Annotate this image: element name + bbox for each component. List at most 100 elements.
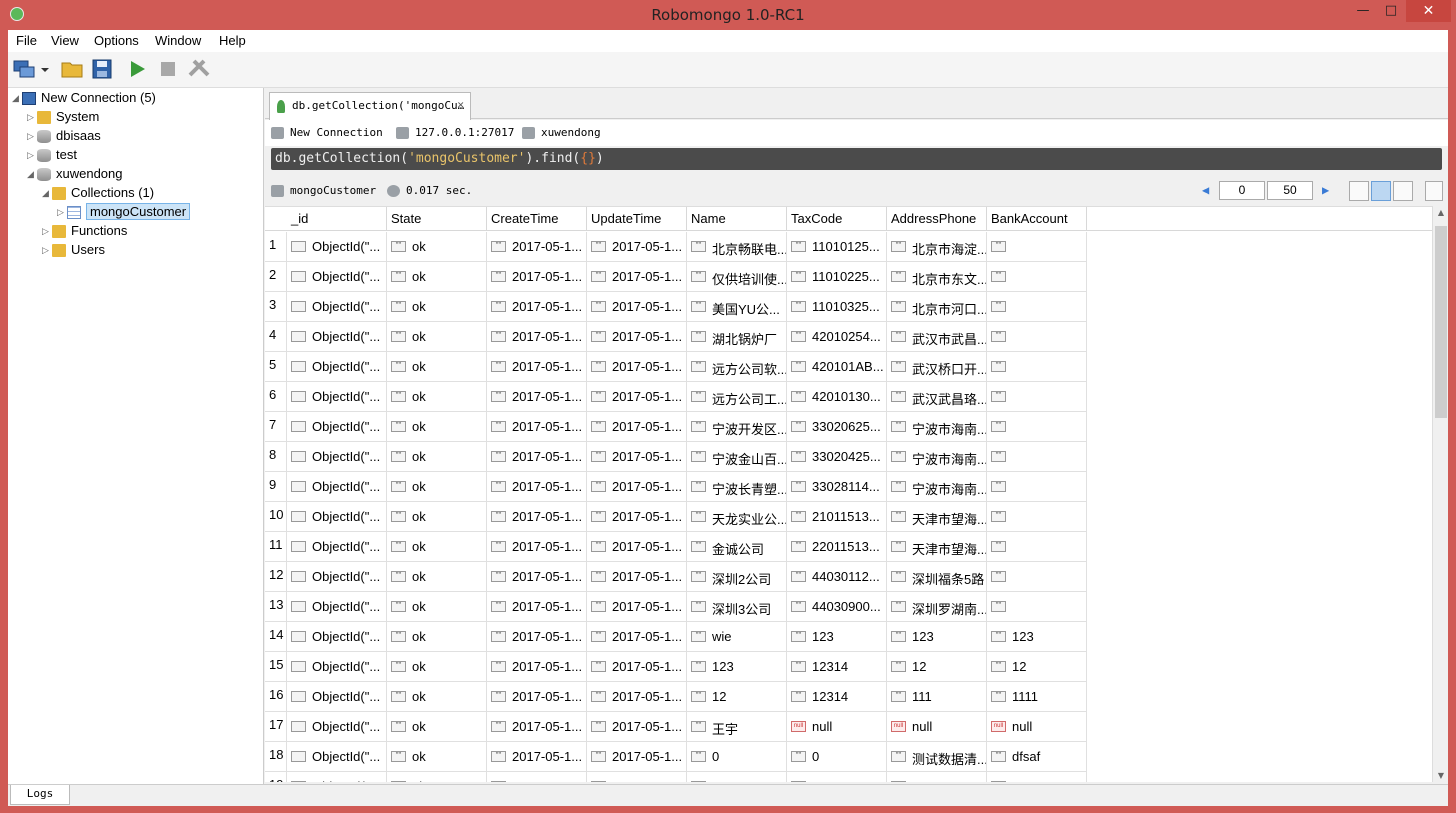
table-cell[interactable]: ObjectId("...	[287, 712, 387, 742]
table-cell[interactable]: "" ok	[387, 712, 487, 742]
table-cell[interactable]: "" 天津市望海...	[887, 502, 987, 532]
table-cell[interactable]: ObjectId("...	[287, 322, 387, 352]
table-cell[interactable]: "" 2017-05-1...	[587, 262, 687, 292]
column-header[interactable]: _id	[287, 207, 387, 231]
table-row[interactable]: 10 ObjectId("... "" ok "" 2017-05-1... "" 2017-…	[265, 502, 1087, 532]
table-cell[interactable]: "" 宁波市海南...	[887, 412, 987, 442]
table-row[interactable]: 17 ObjectId("... "" ok "" 2017-05-1... "" 2017-…	[265, 712, 1087, 742]
table-cell[interactable]: "" 22011513...	[787, 532, 887, 562]
table-cell[interactable]: "" ok	[387, 232, 487, 262]
table-cell[interactable]: "" ok	[387, 562, 487, 592]
table-cell[interactable]: "" 天津市望海...	[887, 532, 987, 562]
table-cell[interactable]: "" 2017-05-1...	[487, 562, 587, 592]
table-cell[interactable]: "" 2017-05-1...	[487, 532, 587, 562]
table-cell[interactable]: "" 2017-05-1...	[487, 352, 587, 382]
table-cell[interactable]: ObjectId("...	[287, 472, 387, 502]
collapse-arrow-icon[interactable]: ◢	[42, 188, 52, 199]
table-cell[interactable]: ObjectId("...	[287, 532, 387, 562]
table-cell[interactable]: "" 王宇	[687, 712, 787, 742]
run-icon[interactable]	[125, 57, 151, 83]
table-cell[interactable]: "" ok	[387, 742, 487, 772]
table-cell[interactable]: "" 2017-05-1...	[487, 412, 587, 442]
stop-icon[interactable]	[156, 57, 182, 83]
menu-window[interactable]: Window	[155, 33, 201, 48]
table-cell[interactable]: ""	[987, 292, 1087, 322]
table-cell[interactable]: null null	[787, 712, 887, 742]
expand-arrow-icon[interactable]: ▷	[42, 226, 52, 237]
table-cell[interactable]: "" 123	[887, 622, 987, 652]
table-cell[interactable]: "" 深圳3公司	[687, 592, 787, 622]
table-row[interactable]: 11 ObjectId("... "" ok "" 2017-05-1... "" 2017-…	[265, 532, 1087, 562]
table-cell[interactable]: "" 111	[887, 682, 987, 712]
table-row[interactable]: 14 ObjectId("... "" ok "" 2017-05-1... "" 2017-…	[265, 622, 1087, 652]
connect-icon[interactable]	[12, 57, 38, 83]
table-cell[interactable]: "" ok	[387, 412, 487, 442]
table-cell[interactable]: "" 12	[887, 652, 987, 682]
table-cell[interactable]: "" 123	[687, 652, 787, 682]
table-cell[interactable]: "" 2017-05-1...	[587, 382, 687, 412]
table-cell[interactable]: ObjectId("...	[287, 682, 387, 712]
table-cell[interactable]: "" 北京市东文...	[887, 262, 987, 292]
table-cell[interactable]: "" 宁波市海南...	[887, 472, 987, 502]
table-cell[interactable]: "" 武汉市武昌...	[887, 322, 987, 352]
dropdown-icon[interactable]	[39, 57, 51, 83]
table-cell[interactable]: "" 12	[987, 652, 1087, 682]
table-cell[interactable]: "" 123	[987, 622, 1087, 652]
table-cell[interactable]: "" 北京市海淀...	[887, 232, 987, 262]
table-cell[interactable]: "" 仅供培训使...	[687, 262, 787, 292]
table-row[interactable]: 16 ObjectId("... "" ok "" 2017-05-1... "" 2017-…	[265, 682, 1087, 712]
next-page-icon[interactable]: ▶	[1322, 183, 1329, 197]
skip-input[interactable]: 0	[1219, 181, 1265, 200]
table-cell[interactable]: ""	[987, 352, 1087, 382]
prev-page-icon[interactable]: ◀	[1202, 183, 1209, 197]
tree-collection-mongocustomer[interactable]: ▷ mongoCustomer	[57, 203, 191, 223]
table-cell[interactable]: "" 2017-05-1...	[587, 742, 687, 772]
table-cell[interactable]: "" 2017-05-1...	[487, 742, 587, 772]
table-cell[interactable]: "" 2017-05-1...	[487, 382, 587, 412]
table-cell[interactable]: ObjectId("...	[287, 232, 387, 262]
menu-view[interactable]: View	[51, 33, 79, 48]
table-cell[interactable]: "" 2017-05-1...	[487, 262, 587, 292]
column-header[interactable]: AddressPhone	[887, 207, 987, 231]
table-row[interactable]: 15 ObjectId("... "" ok "" 2017-05-1... "" 2017-…	[265, 652, 1087, 682]
table-cell[interactable]: "" 湖北锅炉厂	[687, 322, 787, 352]
table-row[interactable]: 4 ObjectId("... "" ok "" 2017-05-1... "" 2017-0…	[265, 322, 1087, 352]
table-cell[interactable]: "" 天龙实业公...	[687, 502, 787, 532]
table-cell[interactable]: ObjectId("...	[287, 652, 387, 682]
tab-query[interactable]: db.getCollection('mongoCu… ✕	[269, 92, 471, 120]
collapse-arrow-icon[interactable]: ◢	[27, 169, 37, 180]
column-header[interactable]: UpdateTime	[587, 207, 687, 231]
table-row[interactable]: 19 ObjectId("... "" ok "" 2017-05-1... "" 2017-…	[265, 772, 1087, 782]
table-cell[interactable]: "" 2017-05-1...	[587, 232, 687, 262]
table-cell[interactable]: ""	[987, 322, 1087, 352]
table-cell[interactable]: "" 2017-05-1...	[587, 352, 687, 382]
table-cell[interactable]: "" 宁波开发区...	[687, 412, 787, 442]
table-cell[interactable]: "" 远方公司工...	[687, 382, 787, 412]
menu-file[interactable]: File	[16, 33, 37, 48]
tree-users[interactable]: ▷ Users	[42, 242, 105, 261]
table-cell[interactable]: "" 33020625...	[787, 412, 887, 442]
table-cell[interactable]: "" 33028114...	[787, 472, 887, 502]
table-row[interactable]: 9 ObjectId("... "" ok "" 2017-05-1... "" 2017-0…	[265, 472, 1087, 502]
table-cell[interactable]: "" 测试数据清...	[887, 742, 987, 772]
expand-arrow-icon[interactable]: ▷	[57, 207, 67, 218]
column-header[interactable]: CreateTime	[487, 207, 587, 231]
table-cell[interactable]: "" 宁波市海南...	[887, 442, 987, 472]
table-row[interactable]: 8 ObjectId("... "" ok "" 2017-05-1... "" 2017-0…	[265, 442, 1087, 472]
column-header[interactable]: TaxCode	[787, 207, 887, 231]
table-row[interactable]: 1 ObjectId("... "" ok "" 2017-05-1... "" 2017-0…	[265, 232, 1087, 262]
table-cell[interactable]: "" 12314	[787, 652, 887, 682]
table-cell[interactable]: null null	[987, 712, 1087, 742]
tree-connection[interactable]: ◢ New Connection (5)	[12, 90, 156, 109]
table-cell[interactable]: "" ok	[387, 292, 487, 322]
tree-view-icon[interactable]	[1349, 181, 1369, 201]
table-cell[interactable]: "" 2017-05-1...	[487, 502, 587, 532]
table-row[interactable]: 13 ObjectId("... "" ok "" 2017-05-1... "" 2017-…	[265, 592, 1087, 622]
table-cell[interactable]: "" ok	[387, 352, 487, 382]
logs-tab[interactable]: Logs	[10, 785, 70, 805]
table-cell[interactable]: "" ok	[387, 652, 487, 682]
table-cell[interactable]: "" 2017-05-1...	[587, 772, 687, 782]
tree-functions[interactable]: ▷ Functions	[42, 223, 127, 242]
table-cell[interactable]: null null	[887, 712, 987, 742]
tree-db-test[interactable]: ▷ test	[27, 147, 77, 166]
